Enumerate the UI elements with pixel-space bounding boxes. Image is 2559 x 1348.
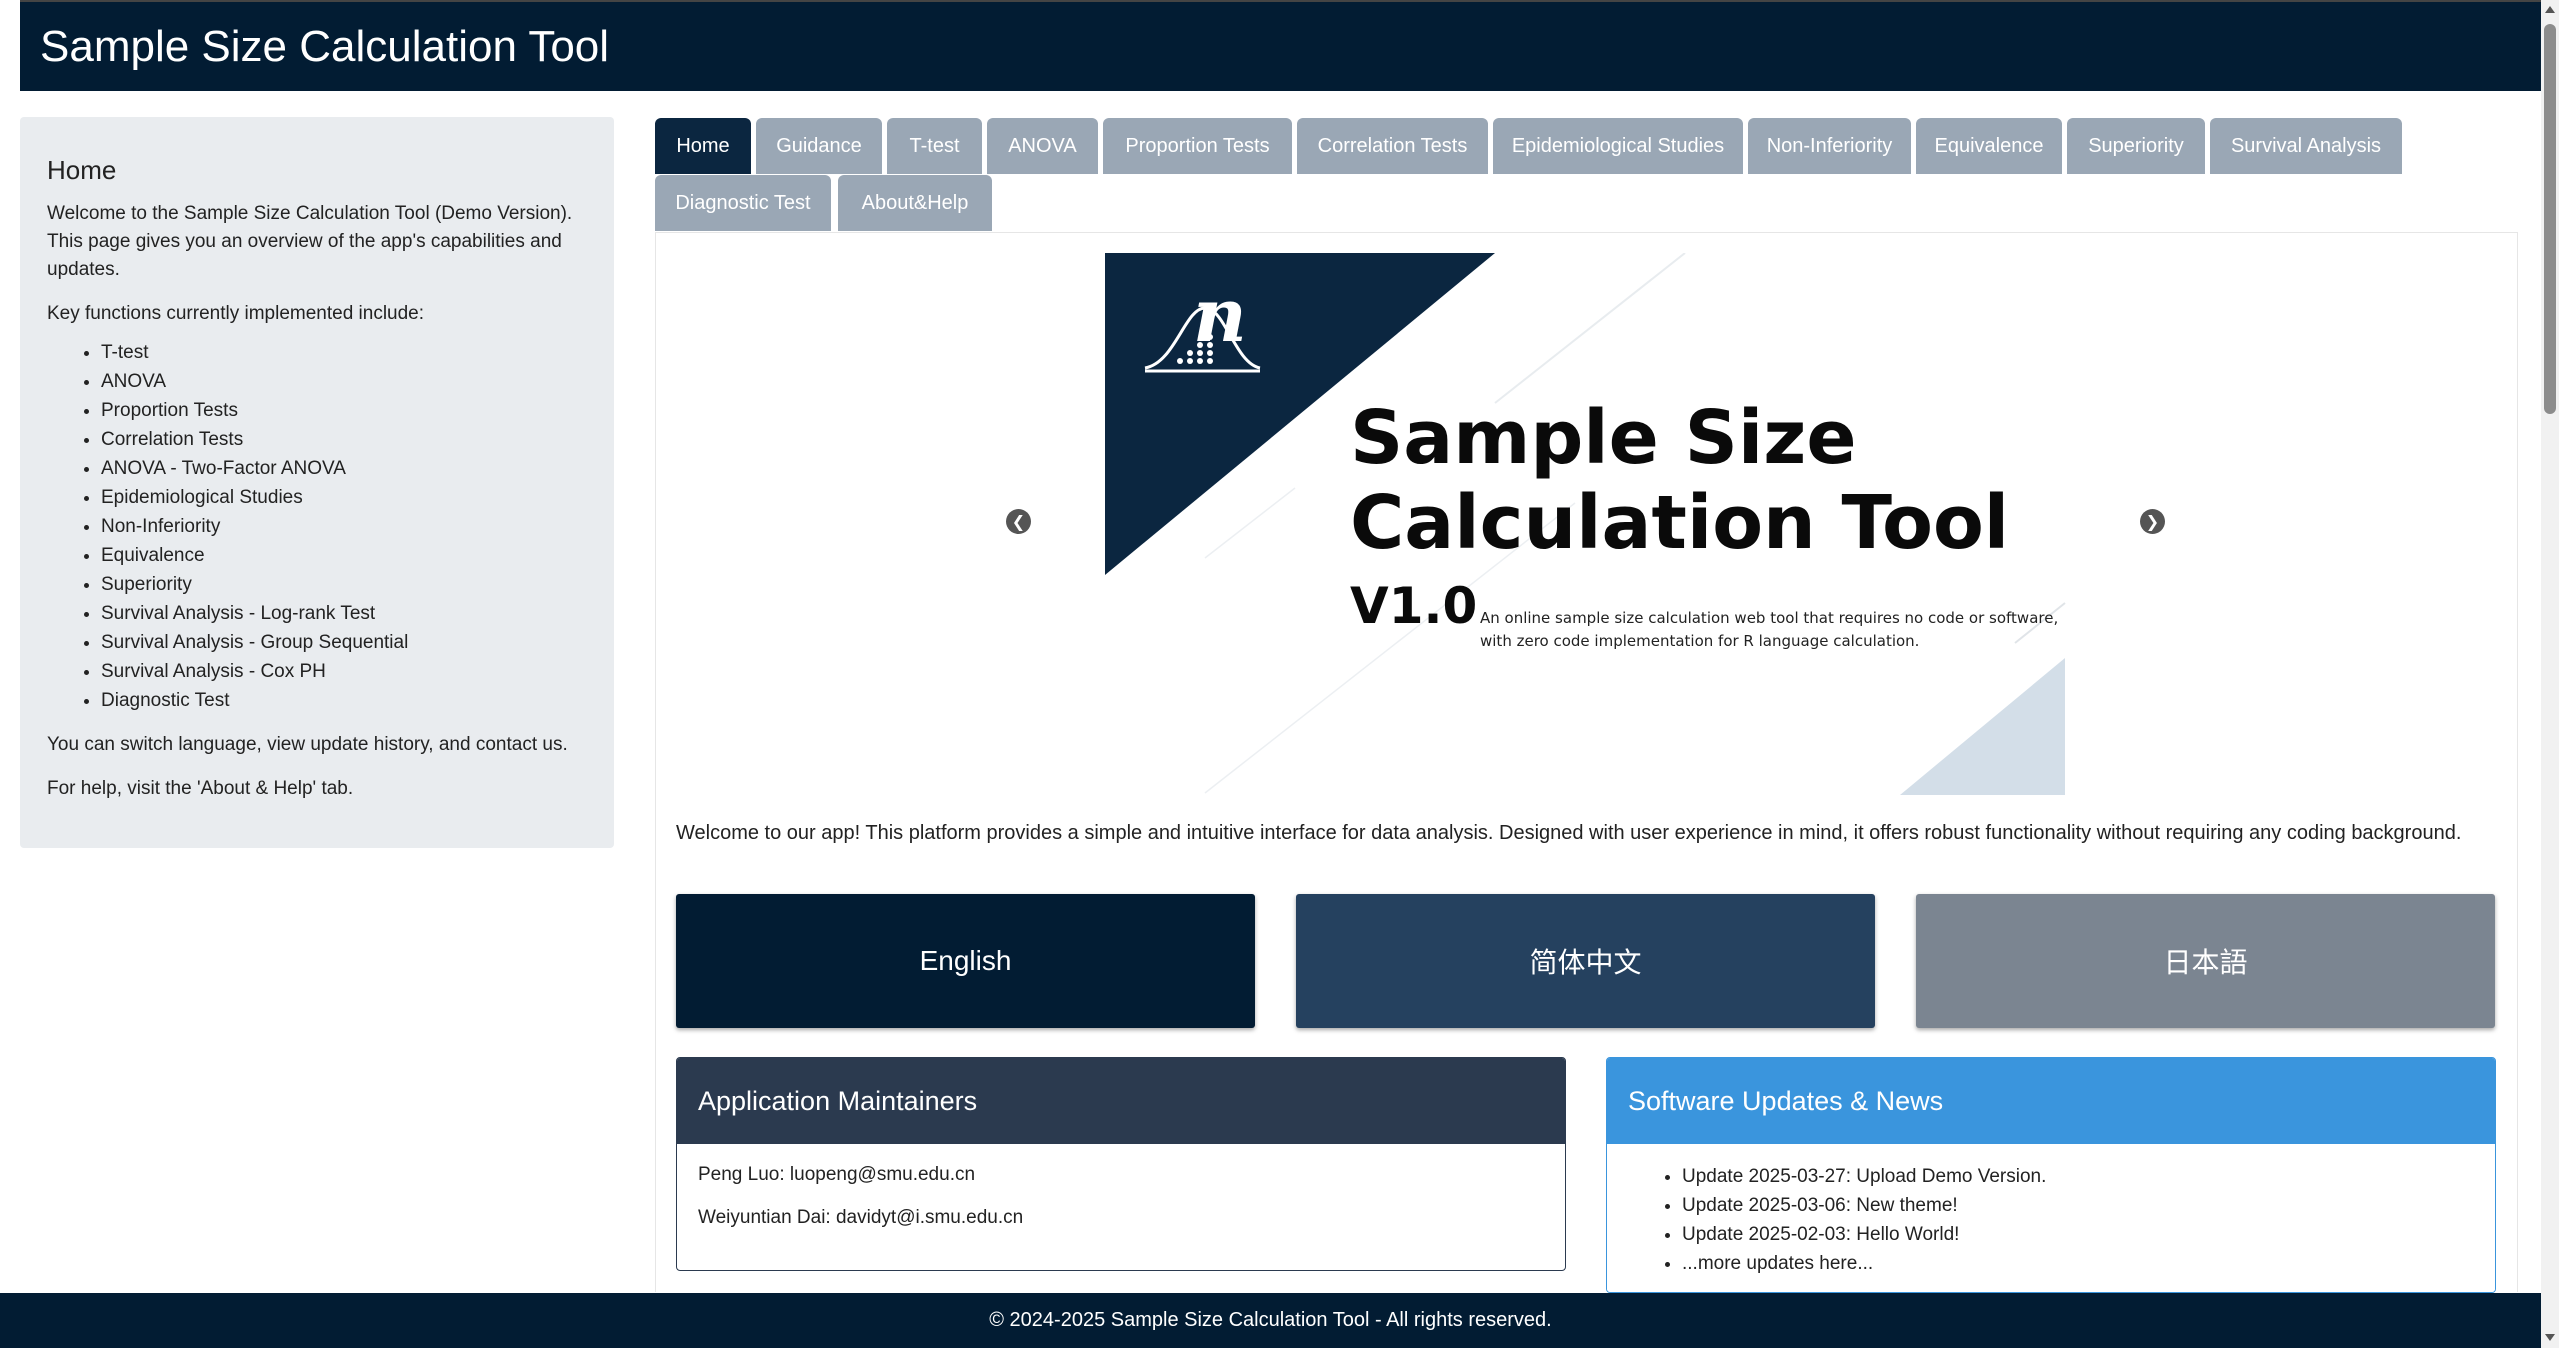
welcome-text: Welcome to our app! This platform provid… <box>676 822 2462 844</box>
maintainer-entry: Peng Luo: luopeng@smu.edu.cn <box>698 1164 976 1185</box>
tab-superiority[interactable]: Superiority <box>2067 118 2205 174</box>
list-item: Update 2025-03-06: New theme! <box>1682 1191 2474 1220</box>
list-item: T-test <box>101 338 588 367</box>
tab-about-help[interactable]: About&Help <box>838 175 992 231</box>
banner-image: n Sample Size Calculation Tool V1.0 An o… <box>1105 253 2070 795</box>
list-item: Update 2025-03-27: Upload Demo Version. <box>1682 1162 2474 1191</box>
updates-card-body: Update 2025-03-27: Upload Demo Version. … <box>1607 1144 2495 1292</box>
banner-title-line2: Calculation Tool <box>1350 480 2009 566</box>
updates-list: Update 2025-03-27: Upload Demo Version. … <box>1628 1162 2474 1278</box>
list-item: Update 2025-02-03: Hello World! <box>1682 1220 2474 1249</box>
list-item: Correlation Tests <box>101 425 588 454</box>
tab-correlation-tests[interactable]: Correlation Tests <box>1297 118 1488 174</box>
app-header: Sample Size Calculation Tool <box>20 0 2541 91</box>
footer-text: © 2024-2025 Sample Size Calculation Tool… <box>989 1309 1552 1331</box>
maintainers-card-body: Peng Luo: luopeng@smu.edu.cn Weiyuntian … <box>677 1144 1565 1266</box>
language-button-english[interactable]: English <box>676 894 1255 1028</box>
list-item: ...more updates here... <box>1682 1249 2474 1278</box>
sidebar-functions-label: Key functions currently implemented incl… <box>47 303 425 324</box>
language-button-chinese[interactable]: 简体中文 <box>1296 894 1875 1028</box>
sidebar-help-text: For help, visit the 'About & Help' tab. <box>47 778 354 799</box>
tab-epidemiological-studies[interactable]: Epidemiological Studies <box>1493 118 1743 174</box>
carousel-next-button[interactable]: ❯ <box>2140 509 2165 534</box>
page-scrollbar[interactable] <box>2541 0 2559 1348</box>
list-item: Non-Inferiority <box>101 512 588 541</box>
page-footer: © 2024-2025 Sample Size Calculation Tool… <box>0 1293 2541 1348</box>
sidebar-switch-text: You can switch language, view update his… <box>47 734 568 755</box>
updates-card: Software Updates & News Update 2025-03-2… <box>1606 1057 2496 1293</box>
function-list: T-test ANOVA Proportion Tests Correlatio… <box>47 338 588 715</box>
sidebar-panel: Home Welcome to the Sample Size Calculat… <box>20 117 614 848</box>
scroll-thumb[interactable] <box>2544 24 2556 414</box>
list-item: ANOVA - Two-Factor ANOVA <box>101 454 588 483</box>
banner-title-line1: Sample Size <box>1350 395 1857 481</box>
tab-proportion-tests[interactable]: Proportion Tests <box>1103 118 1292 174</box>
tab-diagnostic-test[interactable]: Diagnostic Test <box>655 175 831 231</box>
list-item: Survival Analysis - Log-rank Test <box>101 599 588 628</box>
list-item: Proportion Tests <box>101 396 588 425</box>
banner-desc-line2: with zero code implementation for R lang… <box>1480 632 1919 650</box>
maintainers-card-title: Application Maintainers <box>677 1058 1565 1144</box>
maintainers-card: Application Maintainers Peng Luo: luopen… <box>676 1057 1566 1271</box>
banner-version: V1.0 <box>1350 577 1477 635</box>
tab-equivalence[interactable]: Equivalence <box>1916 118 2062 174</box>
updates-card-title: Software Updates & News <box>1607 1058 2495 1144</box>
list-item: Diagnostic Test <box>101 686 588 715</box>
list-item: Equivalence <box>101 541 588 570</box>
scroll-down-icon[interactable] <box>2545 1334 2555 1341</box>
tab-non-inferiority[interactable]: Non-Inferiority <box>1748 118 1911 174</box>
list-item: ANOVA <box>101 367 588 396</box>
tab-t-test[interactable]: T-test <box>887 118 982 174</box>
tab-guidance[interactable]: Guidance <box>756 118 882 174</box>
list-item: Superiority <box>101 570 588 599</box>
app-title: Sample Size Calculation Tool <box>40 22 610 71</box>
banner-desc-line1: An online sample size calculation web to… <box>1480 609 2058 627</box>
tab-anova[interactable]: ANOVA <box>987 118 1098 174</box>
list-item: Survival Analysis - Group Sequential <box>101 628 588 657</box>
list-item: Epidemiological Studies <box>101 483 588 512</box>
sidebar-heading: Home <box>47 155 117 185</box>
maintainer-entry: Weiyuntian Dai: davidyt@i.smu.edu.cn <box>698 1207 1024 1228</box>
carousel-prev-button[interactable]: ❮ <box>1006 509 1031 534</box>
tab-survival-analysis[interactable]: Survival Analysis <box>2210 118 2402 174</box>
list-item: Survival Analysis - Cox PH <box>101 657 588 686</box>
language-button-japanese[interactable]: 日本語 <box>1916 894 2495 1028</box>
sidebar-intro: Welcome to the Sample Size Calculation T… <box>47 203 573 280</box>
tab-home[interactable]: Home <box>655 118 751 174</box>
scroll-up-icon[interactable] <box>2545 6 2555 13</box>
